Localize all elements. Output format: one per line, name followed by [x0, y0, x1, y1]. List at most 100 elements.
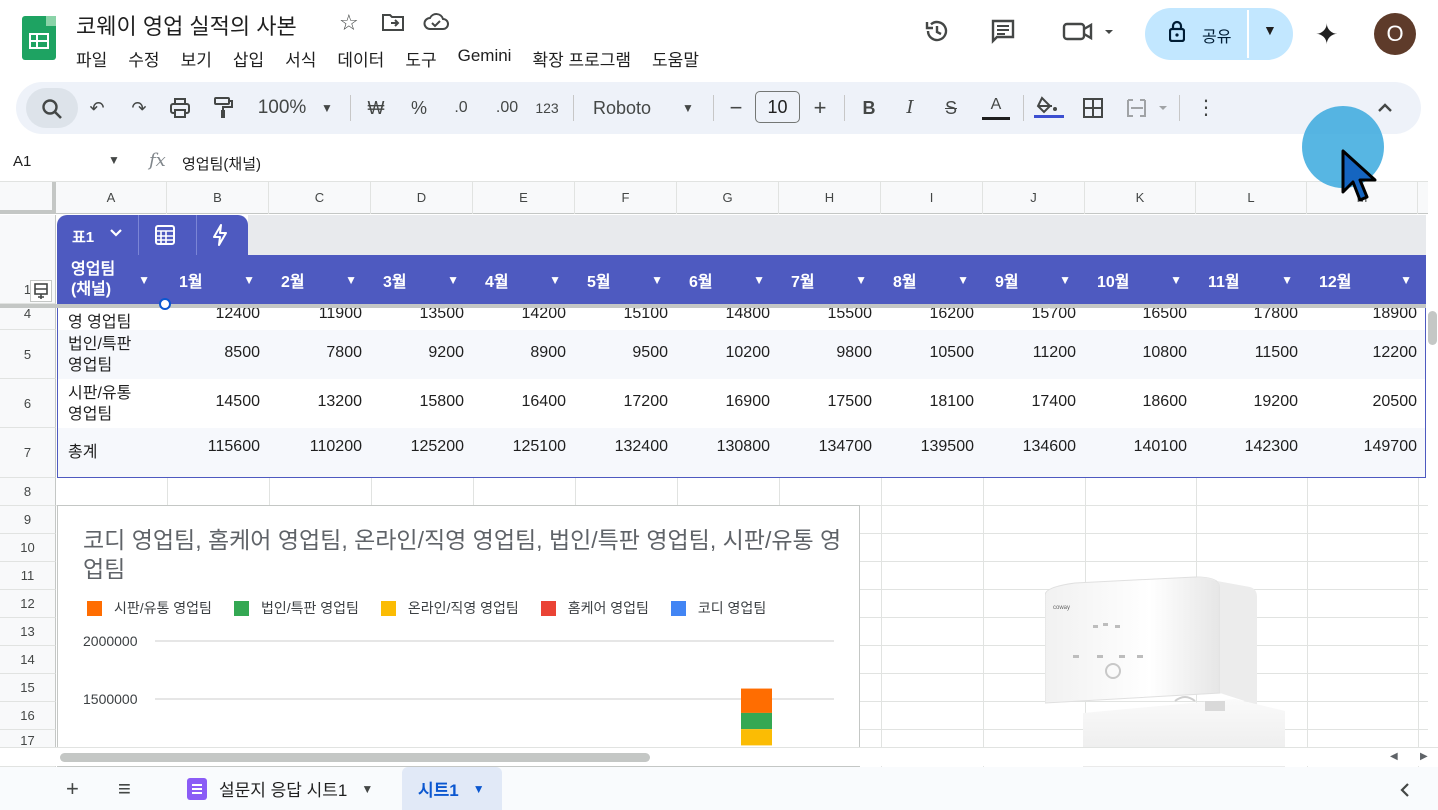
move-folder-icon[interactable]: [381, 12, 405, 38]
share-dropdown-icon[interactable]: ▼: [1263, 22, 1277, 38]
table-cell[interactable]: 10500: [882, 344, 975, 362]
table-cell[interactable]: 9800: [780, 344, 872, 362]
percent-format-button[interactable]: %: [408, 94, 430, 122]
column-header-a[interactable]: A: [56, 182, 167, 214]
table-cell[interactable]: 16500: [1086, 308, 1188, 323]
table-header-cell[interactable]: 10월 ▼: [1085, 255, 1196, 304]
table-name[interactable]: 표1: [72, 226, 94, 247]
chevron-down-icon[interactable]: ▼: [753, 273, 765, 287]
chevron-down-icon[interactable]: ▼: [138, 273, 150, 287]
table-cell[interactable]: 17800: [1197, 308, 1299, 323]
spreadsheet-grid[interactable]: A B C D E F G H I J K L M 1 4 5 6 7 8 9 …: [0, 181, 1438, 767]
table-header-cell[interactable]: 4월 ▼: [473, 255, 575, 304]
search-menus-button[interactable]: [26, 88, 78, 128]
table-cell[interactable]: 139500: [882, 438, 974, 456]
table-cell[interactable]: 20500: [1308, 393, 1418, 411]
row-action-icon[interactable]: [30, 280, 52, 302]
table-header-cell[interactable]: 11월 ▼: [1196, 255, 1307, 304]
table-cell[interactable]: 110200: [270, 438, 362, 456]
table-cell[interactable]: 17200: [576, 393, 669, 411]
sheet-tab-survey[interactable]: 설문지 응답 시트1 ▼: [172, 767, 373, 810]
table-cell[interactable]: 115600: [168, 438, 260, 456]
table-cell[interactable]: 16200: [882, 308, 975, 323]
menu-edit[interactable]: 수정: [128, 46, 159, 71]
chevron-down-icon[interactable]: ▼: [549, 273, 561, 287]
table-cell[interactable]: 13200: [270, 393, 363, 411]
column-header-d[interactable]: D: [371, 182, 473, 214]
table-cell[interactable]: 134600: [984, 438, 1076, 456]
table-cell[interactable]: 15100: [576, 308, 669, 323]
table-cell[interactable]: 8500: [168, 344, 260, 362]
table-header-cell[interactable]: 5월 ▼: [575, 255, 677, 304]
table-cell[interactable]: 140100: [1086, 438, 1187, 456]
table-cell[interactable]: 130800: [678, 438, 770, 456]
vertical-scrollbar[interactable]: [1428, 311, 1437, 345]
menu-file[interactable]: 파일: [76, 46, 107, 71]
table-cell[interactable]: 11500: [1197, 344, 1298, 362]
add-sheet-icon[interactable]: +: [66, 776, 79, 802]
chevron-down-icon[interactable]: ▼: [1400, 273, 1412, 287]
table-row[interactable]: 총계 115600 110200 125200 125100 132400 130800 1…: [58, 428, 1425, 477]
name-box-dropdown-icon[interactable]: ▼: [108, 153, 120, 167]
table-cell[interactable]: 7800: [270, 344, 362, 362]
column-header-f[interactable]: F: [575, 182, 677, 214]
column-header-l[interactable]: L: [1196, 182, 1307, 214]
text-color-button[interactable]: A: [982, 94, 1010, 120]
row-header-5[interactable]: 5: [0, 330, 56, 379]
cloud-saved-icon[interactable]: [423, 12, 449, 38]
table-cell[interactable]: 18100: [882, 393, 975, 411]
row-header-16[interactable]: 16: [0, 702, 56, 730]
menu-data[interactable]: 데이터: [337, 46, 384, 71]
chevron-down-icon[interactable]: ▼: [855, 273, 867, 287]
more-formats-button[interactable]: 123: [532, 94, 562, 122]
row-label[interactable]: 시판/유통 영업팀: [68, 383, 131, 425]
column-header-h[interactable]: H: [779, 182, 881, 214]
table-cell[interactable]: 125200: [372, 438, 464, 456]
horizontal-scrollbar-track[interactable]: ◀ ▶: [0, 747, 1438, 766]
meet-call-icon[interactable]: [1060, 17, 1120, 51]
table-cell[interactable]: 18900: [1308, 308, 1418, 323]
row-header-9[interactable]: 9: [0, 506, 56, 534]
table-cell[interactable]: 17400: [984, 393, 1077, 411]
table-row[interactable]: 시판/유통 영업팀 14500 13200 15800 16400 17200 16900…: [58, 379, 1425, 428]
row-header-10[interactable]: 10: [0, 534, 56, 562]
chevron-down-icon[interactable]: ▼: [1059, 273, 1071, 287]
table-cell[interactable]: 10800: [1086, 344, 1188, 362]
table-header-cell[interactable]: 2월 ▼: [269, 255, 371, 304]
row-header-13[interactable]: 13: [0, 618, 56, 646]
table-header-cell[interactable]: 6월 ▼: [677, 255, 779, 304]
row-header-6[interactable]: 6: [0, 379, 56, 428]
row-header-7[interactable]: 7: [0, 428, 56, 478]
table-cell[interactable]: 142300: [1197, 438, 1298, 456]
row-header-4[interactable]: 4: [0, 307, 56, 330]
table-cell[interactable]: 19200: [1197, 393, 1299, 411]
document-title[interactable]: 코웨이 영업 실적의 사본: [76, 9, 297, 41]
table-cell[interactable]: 16900: [678, 393, 771, 411]
scroll-left-icon[interactable]: ◀: [1390, 751, 1398, 762]
column-header-c[interactable]: C: [269, 182, 371, 214]
sheet-tab-active[interactable]: 시트1 ▼: [402, 767, 502, 810]
table-header-cell[interactable]: 영업팀 (채널) ▼: [57, 255, 166, 304]
row-label[interactable]: 법인/특판 영업팀: [68, 334, 131, 376]
column-header-e[interactable]: E: [473, 182, 575, 214]
table-cell[interactable]: 14200: [474, 308, 567, 323]
formula-input[interactable]: 영업팀(채널): [182, 153, 261, 174]
share-button[interactable]: 공유 ▼: [1145, 8, 1293, 60]
chevron-down-icon[interactable]: ▼: [651, 273, 663, 287]
zoom-select[interactable]: 100%: [254, 94, 310, 122]
chevron-down-icon[interactable]: ▼: [345, 273, 357, 287]
font-dropdown-icon[interactable]: ▼: [681, 94, 695, 122]
table-cell[interactable]: 125100: [474, 438, 566, 456]
table-cell[interactable]: 132400: [576, 438, 668, 456]
table-header-cell[interactable]: 1월 ▼: [167, 255, 269, 304]
table-cell[interactable]: 15800: [372, 393, 465, 411]
menu-insert[interactable]: 삽입: [233, 46, 264, 71]
table-cell[interactable]: 15700: [984, 308, 1077, 323]
table-row[interactable]: 온라인/직 영 영업팀 12400 11900 13500 14200 15100 148…: [58, 308, 1425, 330]
increase-decimal-button[interactable]: .00: [489, 94, 525, 122]
more-options-icon[interactable]: ⋮: [1196, 94, 1216, 122]
font-size-input[interactable]: 10: [755, 91, 800, 123]
merge-cells-icon[interactable]: [1124, 94, 1174, 122]
currency-format-button[interactable]: ₩: [364, 94, 388, 122]
bold-button[interactable]: B: [859, 94, 879, 122]
